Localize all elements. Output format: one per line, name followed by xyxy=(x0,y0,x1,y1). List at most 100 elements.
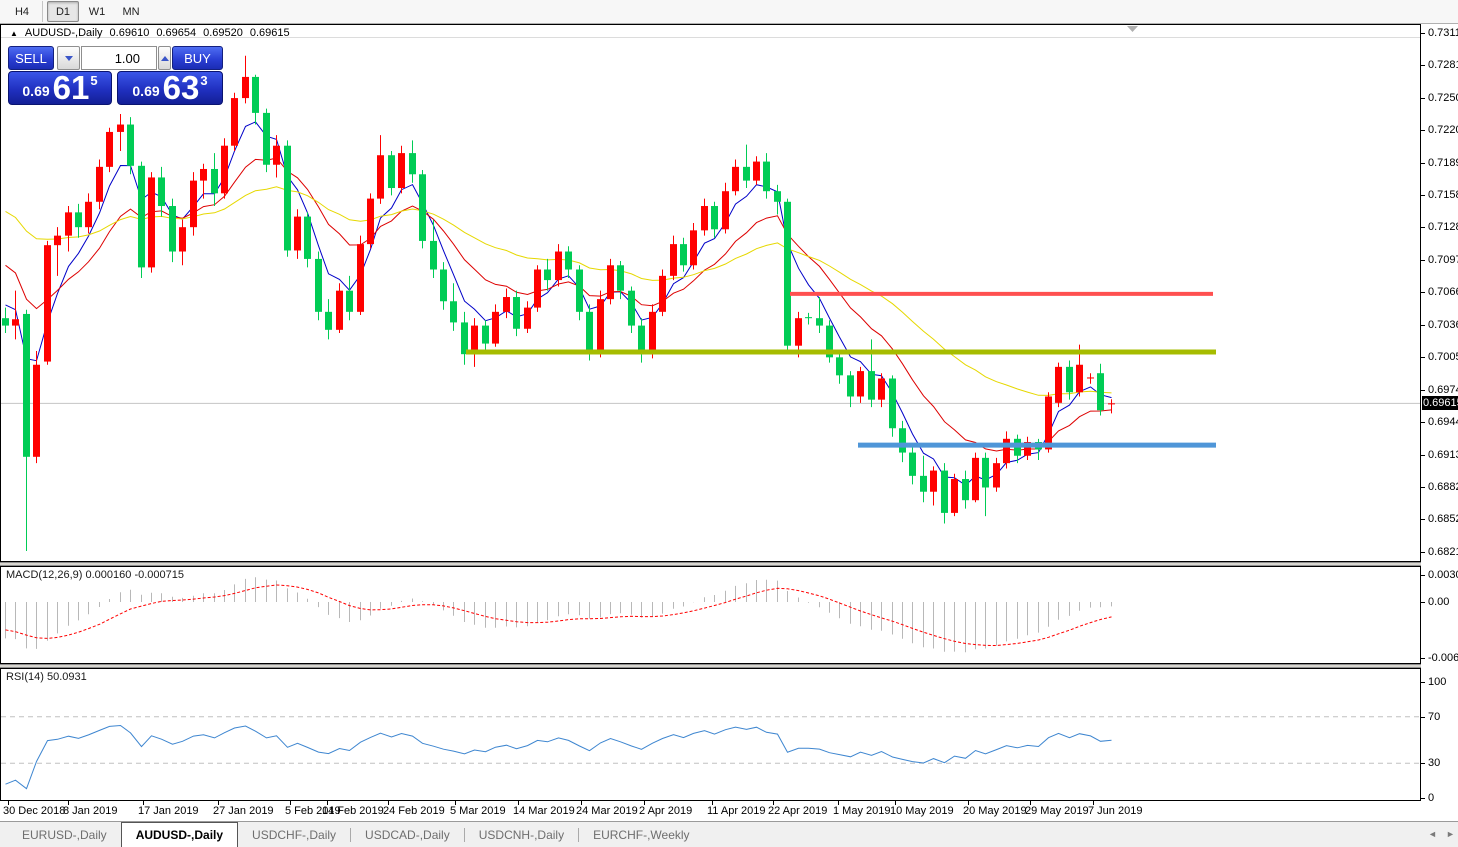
date-tick-label: 29 May 2019 xyxy=(1025,805,1089,817)
current-price-badge: 0.69615 xyxy=(1422,396,1458,410)
tab-eurchf-weekly[interactable]: EURCHF-,Weekly xyxy=(579,822,703,847)
candle xyxy=(586,312,593,352)
candle xyxy=(607,265,614,299)
price-tick-label: 0.68210 xyxy=(1428,546,1458,558)
sell-price-main: 61 xyxy=(53,75,90,101)
candle xyxy=(85,202,92,227)
candle xyxy=(555,252,562,281)
macd-signal-value: -0.000715 xyxy=(134,569,184,581)
tab-audusd-daily[interactable]: AUDUSD-,Daily xyxy=(121,822,238,847)
tick-mark xyxy=(1421,575,1425,576)
date-tick-label: 10 May 2019 xyxy=(890,805,954,817)
tab-eurusd-daily[interactable]: EURUSD-,Daily xyxy=(8,822,121,847)
candle xyxy=(962,479,969,500)
date-tick-label: 24 Mar 2019 xyxy=(576,805,638,817)
candle xyxy=(565,252,572,270)
candle xyxy=(138,166,145,268)
candle xyxy=(711,206,718,229)
price-tick-label: 0.69440 xyxy=(1428,416,1458,428)
ohlc-close: 0.69615 xyxy=(250,27,290,39)
date-tick-label: 2 Apr 2019 xyxy=(639,805,692,817)
candle xyxy=(899,428,906,452)
volume-decrease-button[interactable] xyxy=(57,46,80,70)
candle xyxy=(1097,373,1104,410)
tab-scroll-right-icon[interactable]: ► xyxy=(1446,829,1455,839)
date-tick-label: 20 May 2019 xyxy=(963,805,1027,817)
buy-quote-button[interactable]: 0.69 63 3 xyxy=(117,71,223,105)
buy-button[interactable]: BUY xyxy=(172,46,223,70)
tick-mark xyxy=(1421,602,1425,603)
timeframe-button-mn[interactable]: MN xyxy=(115,1,147,22)
candle xyxy=(1066,367,1073,392)
timeframe-button-w1[interactable]: W1 xyxy=(81,1,113,22)
candle xyxy=(878,379,885,400)
candle xyxy=(398,153,405,188)
date-scale[interactable]: 30 Dec 20188 Jan 201917 Jan 201927 Jan 2… xyxy=(0,801,1421,821)
candle xyxy=(941,471,948,513)
candle xyxy=(200,169,207,181)
candle xyxy=(544,270,551,281)
candle xyxy=(315,259,322,312)
tick-mark xyxy=(1421,163,1425,164)
candle xyxy=(304,217,311,259)
date-tick-label: 8 Jan 2019 xyxy=(63,805,117,817)
candle xyxy=(920,476,927,492)
buy-price-main: 63 xyxy=(163,75,200,101)
macd-canvas[interactable] xyxy=(0,566,1421,664)
buy-price-prefix: 0.69 xyxy=(132,83,159,99)
candle xyxy=(659,276,666,312)
tick-mark xyxy=(1421,227,1425,228)
tab-usdcad-daily[interactable]: USDCAD-,Daily xyxy=(351,822,464,847)
candle xyxy=(148,177,155,267)
candle xyxy=(784,202,791,346)
price-tick-label: 0.68825 xyxy=(1428,481,1458,493)
date-tick-label: 11 Apr 2019 xyxy=(707,805,766,817)
rsi-canvas[interactable] xyxy=(0,668,1421,801)
tab-usdcnh-daily[interactable]: USDCNH-,Daily xyxy=(465,822,578,847)
candle xyxy=(190,181,197,228)
candle xyxy=(12,319,19,325)
date-tick-label: 24 Feb 2019 xyxy=(383,805,445,817)
volume-input[interactable]: 1.00 xyxy=(81,46,157,70)
price-tick-label: 0.71890 xyxy=(1428,157,1458,169)
candle xyxy=(617,265,624,290)
candle xyxy=(753,162,760,181)
candle xyxy=(450,301,457,322)
candle xyxy=(179,227,186,251)
ohlc-low: 0.69520 xyxy=(203,27,243,39)
sell-quote-button[interactable]: 0.69 61 5 xyxy=(8,71,112,105)
tab-scroll-left-icon[interactable]: ◄ xyxy=(1428,829,1437,839)
tick-mark xyxy=(1421,763,1425,764)
price-tick-label: 0.70360 xyxy=(1428,319,1458,331)
candle xyxy=(65,212,72,235)
sell-price-prefix: 0.69 xyxy=(22,83,49,99)
candle xyxy=(96,167,103,202)
candle xyxy=(33,365,40,457)
chart-title: ▲ AUDUSD-,Daily 0.69610 0.69654 0.69520 … xyxy=(10,27,290,39)
candle xyxy=(336,291,343,330)
candle xyxy=(211,169,218,193)
date-tick-label: 1 May 2019 xyxy=(833,805,890,817)
timeframe-button-h4[interactable]: H4 xyxy=(6,1,38,22)
date-tick-label: 27 Jan 2019 xyxy=(213,805,274,817)
candle xyxy=(690,230,697,265)
candle xyxy=(127,125,134,166)
sell-button[interactable]: SELL xyxy=(8,46,54,70)
candle xyxy=(732,167,739,191)
tick-mark xyxy=(1421,487,1425,488)
timeframe-button-d1[interactable]: D1 xyxy=(47,1,79,22)
candle xyxy=(367,199,374,245)
date-tick-label: 7 Jun 2019 xyxy=(1088,805,1142,817)
tick-mark xyxy=(1421,552,1425,553)
price-scale[interactable]: 0.731150.728100.725050.722000.718900.715… xyxy=(1421,24,1458,821)
price-tick-label: 0.71280 xyxy=(1428,221,1458,233)
chevron-up-icon xyxy=(161,56,169,61)
tick-mark xyxy=(1421,33,1425,34)
tab-usdchf-daily[interactable]: USDCHF-,Daily xyxy=(238,822,350,847)
volume-increase-button[interactable] xyxy=(158,46,171,70)
date-tick-label: 5 Mar 2019 xyxy=(450,805,506,817)
candle xyxy=(263,113,270,165)
price-tick-label: 0.70665 xyxy=(1428,286,1458,298)
price-tick-label: 0.70970 xyxy=(1428,254,1458,266)
tick-mark xyxy=(1421,325,1425,326)
